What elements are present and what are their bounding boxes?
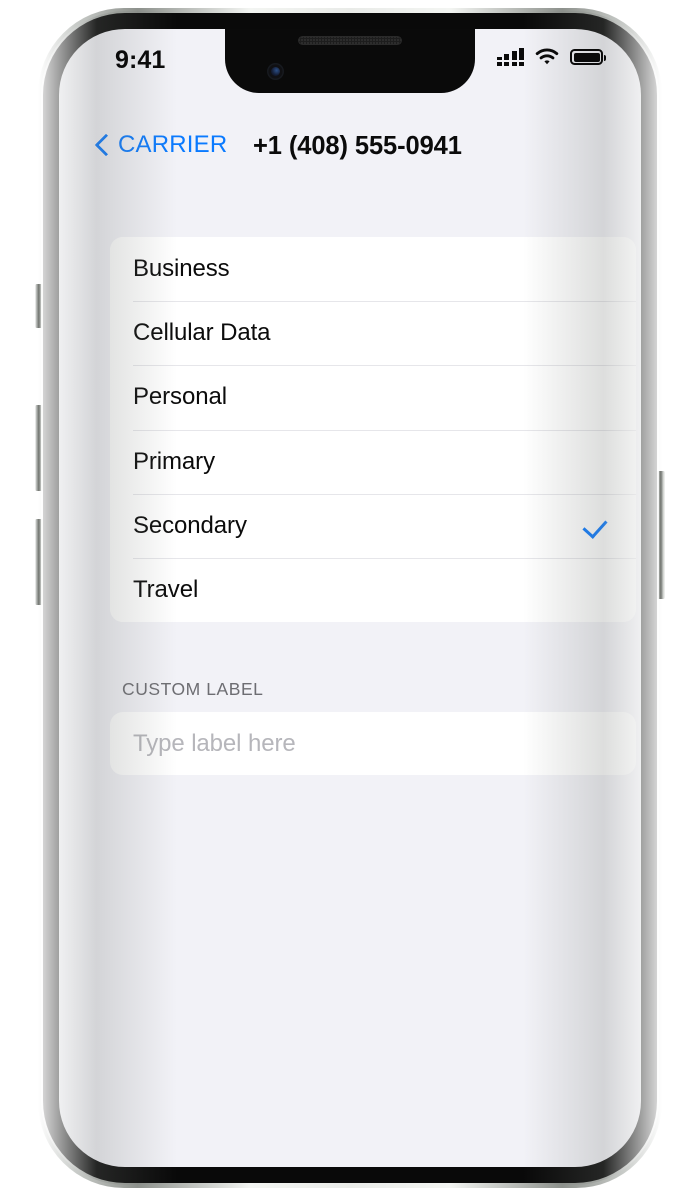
table-row[interactable]: Cellular Data [110, 301, 636, 366]
row-label: Cellular Data [133, 319, 271, 347]
navigation-bar: CARRIER +1 (408) 555-0941 [59, 91, 641, 160]
table-row[interactable]: Travel [110, 557, 636, 623]
row-label: Business [133, 255, 230, 283]
row-label: Personal [133, 383, 227, 411]
notch [225, 29, 475, 93]
status-bar-icons [496, 48, 606, 66]
table-row[interactable]: Personal [110, 365, 636, 430]
power-button[interactable] [657, 471, 665, 599]
back-button[interactable]: CARRIER [95, 131, 227, 159]
cellular-signal-icon [496, 48, 524, 66]
earpiece-speaker-icon [298, 36, 402, 45]
custom-label-section-header: CUSTOM LABEL [122, 679, 264, 699]
back-button-label: CARRIER [118, 131, 228, 158]
row-label: Travel [133, 576, 199, 604]
row-label: Primary [133, 447, 215, 475]
mute-switch[interactable] [35, 284, 43, 328]
label-options-list: Business Cellular Data Personal Primary Seco… [110, 237, 636, 623]
wifi-icon [535, 48, 559, 66]
table-row[interactable]: Secondary [110, 493, 636, 558]
front-camera-icon [267, 63, 284, 80]
battery-full-icon [570, 49, 606, 65]
phone-screen: 9:41 CARRIER +1 (408) 555-0941 Business … [59, 29, 641, 1167]
status-bar-time: 9:41 [115, 46, 166, 74]
volume-down-button[interactable] [35, 519, 43, 605]
iphone-device: 9:41 CARRIER +1 (408) 555-0941 Business … [35, 8, 665, 1188]
custom-label-input[interactable]: Type label here [110, 712, 636, 775]
custom-label-placeholder: Type label here [133, 729, 296, 757]
table-row[interactable]: Business [110, 237, 636, 302]
page-title: +1 (408) 555-0941 [253, 132, 462, 160]
volume-up-button[interactable] [35, 405, 43, 491]
checkmark-icon [582, 513, 608, 539]
table-row[interactable]: Primary [110, 429, 636, 494]
row-label: Secondary [133, 511, 247, 539]
chevron-left-icon [95, 133, 109, 157]
